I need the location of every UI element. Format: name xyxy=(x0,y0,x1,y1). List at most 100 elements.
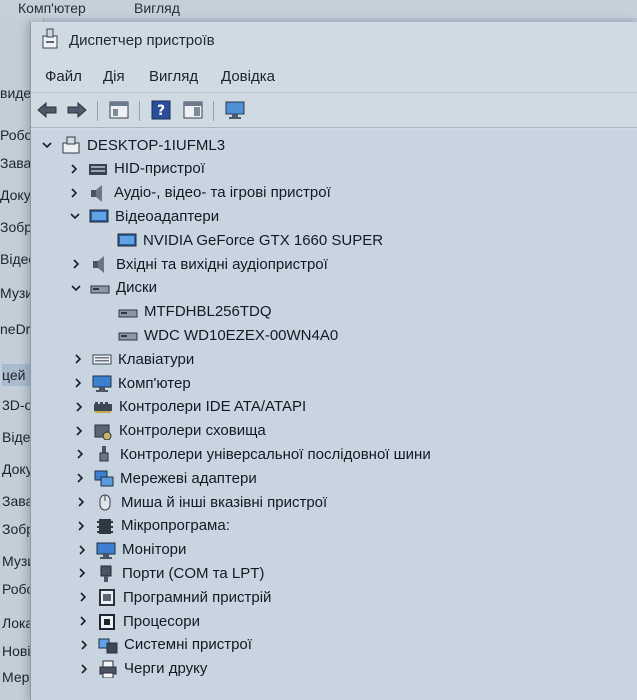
chevron-right-icon[interactable] xyxy=(76,567,88,579)
category-label: Відеоадаптери xyxy=(115,207,220,225)
chevron-right-icon[interactable] xyxy=(78,663,90,675)
chevron-right-icon[interactable] xyxy=(76,544,88,556)
tree-category[interactable]: HID-пристрої xyxy=(68,158,205,180)
usb-icon xyxy=(94,445,114,463)
background-sidebar-item[interactable]: Зава xyxy=(2,490,33,512)
chevron-down-icon[interactable] xyxy=(69,210,81,222)
chevron-right-icon[interactable] xyxy=(78,639,90,651)
category-label: Клавіатури xyxy=(118,350,195,368)
system-devices-icon xyxy=(98,636,118,654)
tree-category[interactable]: Черги друку xyxy=(78,658,207,680)
action-pane-button[interactable] xyxy=(181,99,205,121)
chevron-right-icon[interactable] xyxy=(72,377,84,389)
tree-category[interactable]: Клавіатури xyxy=(72,348,194,370)
back-button[interactable] xyxy=(35,99,59,121)
chevron-right-icon[interactable] xyxy=(68,163,80,175)
tree-device[interactable]: MTFDHBL256TDQ xyxy=(118,301,272,323)
help-button[interactable]: ? xyxy=(149,99,173,121)
background-sidebar-item[interactable]: Зобр xyxy=(0,216,32,238)
menu-file[interactable]: Файл xyxy=(45,68,82,85)
background-sidebar-item[interactable]: Лока xyxy=(2,612,33,634)
tree-device[interactable]: NVIDIA GeForce GTX 1660 SUPER xyxy=(117,229,383,251)
tree-category[interactable]: Контролери IDE ATA/ATAPI xyxy=(73,396,306,418)
chevron-down-icon[interactable] xyxy=(41,139,53,151)
category-label: Миша й інші вказівні пристрої xyxy=(121,493,328,511)
tree-category[interactable]: Відеоадаптери xyxy=(69,205,219,227)
menu-help[interactable]: Довідка xyxy=(221,68,275,85)
category-label: Монітори xyxy=(122,541,187,559)
background-sidebar-item[interactable]: neDr xyxy=(0,318,30,340)
category-label: Черги друку xyxy=(124,660,208,678)
chevron-right-icon[interactable] xyxy=(72,353,84,365)
chevron-right-icon[interactable] xyxy=(77,615,89,627)
chevron-right-icon[interactable] xyxy=(77,591,89,603)
chevron-right-icon[interactable] xyxy=(75,496,87,508)
background-sidebar-item[interactable]: 3D-о xyxy=(2,394,32,416)
tree-category[interactable]: Системні пристрої xyxy=(78,634,252,656)
background-sidebar-item[interactable]: Музи xyxy=(0,282,33,304)
forward-button[interactable] xyxy=(65,99,89,121)
chevron-right-icon[interactable] xyxy=(68,187,80,199)
hid-icon xyxy=(88,160,108,178)
category-label: Порти (COM та LPT) xyxy=(122,564,265,582)
tree-root[interactable]: DESKTOP-1IUFML3 xyxy=(41,134,225,156)
software-device-icon xyxy=(97,588,117,607)
device-tree: DESKTOP-1IUFML3 HID-пристрої Аудіо-, віде… xyxy=(31,130,637,700)
tree-category[interactable]: Програмний пристрій xyxy=(77,586,271,608)
tree-category[interactable]: Аудіо-, відео- та ігрові пристрої xyxy=(68,182,331,204)
chevron-right-icon[interactable] xyxy=(75,520,87,532)
disk-icon xyxy=(90,279,110,297)
background-sidebar-item[interactable]: Доку xyxy=(0,184,31,206)
category-label: Програмний пристрій xyxy=(123,588,272,606)
properties-view-button[interactable] xyxy=(107,99,131,121)
tree-category[interactable]: Порти (COM та LPT) xyxy=(76,562,264,584)
tree-category[interactable]: Вхідні та вихідні аудіопристрої xyxy=(70,253,328,275)
device-label: WDC WD10EZEX-00WN4A0 xyxy=(144,326,339,344)
action-pane-icon xyxy=(183,101,203,119)
category-label: Мережеві адаптери xyxy=(120,469,257,487)
processor-icon xyxy=(97,612,117,630)
tree-category[interactable]: Мікропрограма: xyxy=(75,515,230,537)
category-label: Контролери IDE ATA/ATAPI xyxy=(119,398,307,416)
background-sidebar-item[interactable]: виде xyxy=(0,82,31,104)
title-bar[interactable]: Диспетчер пристроїв xyxy=(31,22,637,62)
menu-view[interactable]: Вигляд xyxy=(149,68,198,85)
chevron-right-icon[interactable] xyxy=(70,258,82,270)
background-sidebar-item[interactable]: Доку xyxy=(2,458,33,480)
category-label: Аудіо-, відео- та ігрові пристрої xyxy=(114,184,331,202)
menu-action[interactable]: Дія xyxy=(103,68,125,85)
category-label: Контролери універсальної послідовної шин… xyxy=(120,445,431,463)
chevron-right-icon[interactable] xyxy=(73,425,85,437)
display-adapter-icon xyxy=(117,231,137,249)
speaker-icon xyxy=(90,255,110,273)
monitor-icon xyxy=(96,541,116,559)
keyboard-icon xyxy=(92,350,112,368)
category-label: Контролери сховища xyxy=(119,422,266,440)
tree-category[interactable]: Контролери сховища xyxy=(73,420,266,442)
tree-category[interactable]: Процесори xyxy=(77,610,200,632)
background-menu-view[interactable]: Вигляд xyxy=(134,0,180,16)
disk-icon xyxy=(118,303,138,321)
chevron-down-icon[interactable] xyxy=(70,282,82,294)
background-sidebar-item[interactable]: Зава xyxy=(0,152,31,174)
device-label: NVIDIA GeForce GTX 1660 SUPER xyxy=(143,231,384,249)
tree-category[interactable]: Миша й інші вказівні пристрої xyxy=(75,491,327,513)
tree-category[interactable]: Монітори xyxy=(76,539,186,561)
background-menu-computer[interactable]: Комп'ютер xyxy=(18,0,86,16)
tree-category[interactable]: Диски xyxy=(70,277,157,299)
chevron-right-icon[interactable] xyxy=(73,401,85,413)
tree-category[interactable]: Мережеві адаптери xyxy=(74,467,257,489)
tree-category[interactable]: Комп'ютер xyxy=(72,372,191,394)
category-label: Системні пристрої xyxy=(124,636,252,654)
tree-device[interactable]: WDC WD10EZEX-00WN4A0 xyxy=(118,324,338,346)
port-icon xyxy=(96,564,116,583)
category-label: Мікропрограма: xyxy=(121,517,230,535)
background-sidebar-item[interactable]: Робо xyxy=(0,124,32,146)
tree-category[interactable]: Контролери універсальної послідовної шин… xyxy=(74,443,431,465)
chevron-right-icon[interactable] xyxy=(74,472,86,484)
toolbar-separator xyxy=(97,101,98,121)
menu-bar: Файл Дія Вигляд Довідка xyxy=(31,62,637,92)
background-sidebar-item[interactable]: Нові xyxy=(2,640,30,662)
scan-hardware-button[interactable] xyxy=(223,99,247,121)
chevron-right-icon[interactable] xyxy=(74,448,86,460)
